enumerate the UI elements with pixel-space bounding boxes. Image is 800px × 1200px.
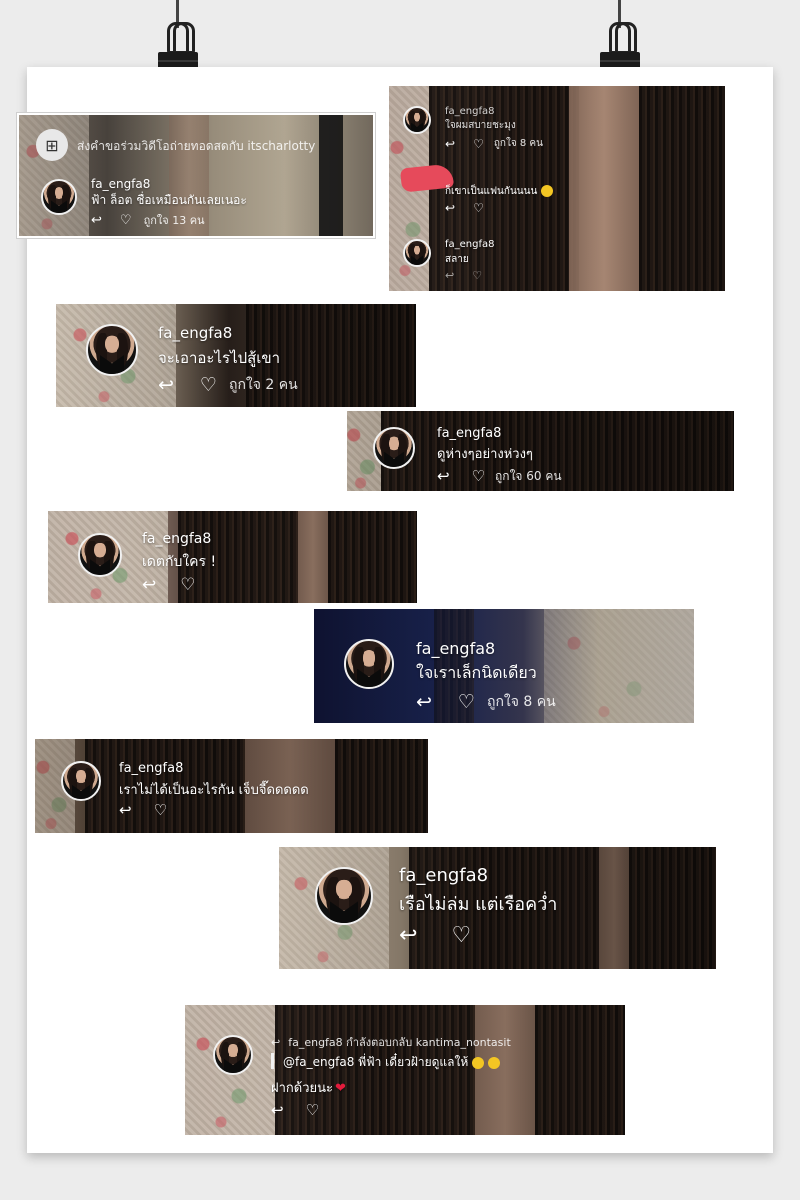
- comment-username: fa_engfa8: [91, 177, 151, 191]
- avatar: [403, 106, 431, 134]
- heart-outline-icon[interactable]: ♡: [200, 375, 217, 395]
- avatar: [61, 761, 101, 801]
- comment-username: fa_engfa8: [416, 639, 496, 658]
- like-count: ถูกใจ 2 คน: [228, 377, 298, 393]
- avatar: [344, 639, 394, 689]
- comment-text: จะเอาอะไรไปสู้เขา: [158, 349, 281, 367]
- comment-card: fa_engfa8 ดูห่างๆอย่างห่วงๆ ↩ ♡ ถูกใจ 60…: [347, 411, 734, 491]
- heart-outline-icon[interactable]: ♡: [180, 577, 195, 594]
- heart-outline-icon[interactable]: ♡: [473, 138, 484, 150]
- avatar: [213, 1035, 253, 1075]
- avatar: [315, 867, 373, 925]
- comment-text: สลาย: [445, 254, 469, 265]
- reply-arrow-icon[interactable]: ↩: [445, 138, 455, 150]
- reply-arrow-icon[interactable]: ↩: [416, 692, 432, 712]
- comment-text: ใจผมสบายชะมุง: [445, 120, 516, 131]
- live-invite-card: ⊞ ส่งคำขอร่วมวิดีโอถ่ายทอดสดกับ itscharl…: [17, 113, 375, 238]
- like-count: ถูกใจ 60 คน: [495, 469, 562, 483]
- comment-text: ดูห่างๆอย่างห่วงๆ: [437, 447, 533, 462]
- invite-text: ส่งคำขอร่วมวิดีโอถ่ายทอดสดกับ itscharlot…: [77, 139, 316, 153]
- comment-username: fa_engfa8: [437, 426, 502, 441]
- reply-comment-card: ↩ fa_engfa8 กำลังตอบกลับ kantima_nontasi…: [185, 1005, 625, 1135]
- comment-card: fa_engfa8 เราไม่ได้เป็นอะไรกัน เจ็บจี๊ดด…: [35, 739, 428, 833]
- reply-arrow-icon[interactable]: ↩: [142, 577, 156, 594]
- comment-text: ก็เขาเป็นแฟนกันนนน: [445, 186, 538, 197]
- comment-text: ฟ้า ล็อต ชื่อเหมือนกันเลยเนอะ: [91, 193, 247, 207]
- comment-text: เรือไม่ล่ม แต่เรือคว่ำ: [399, 894, 558, 915]
- reply-arrow-icon[interactable]: ↩: [445, 270, 454, 281]
- smile-emoji: [541, 185, 554, 197]
- heart-outline-icon[interactable]: ♡: [472, 469, 485, 484]
- like-count: ถูกใจ 8 คน: [493, 138, 543, 149]
- reply-arrow-icon[interactable]: ↩: [437, 469, 450, 484]
- avatar: [373, 427, 415, 469]
- reply-header: fa_engfa8 กำลังตอบกลับ kantima_nontasit: [288, 1036, 511, 1049]
- grin-emoji: [488, 1056, 501, 1069]
- heart-outline-icon[interactable]: ♡: [472, 270, 482, 281]
- comment-text: เราไม่ได้เป็นอะไรกัน เจ็บจี๊ดดดดด: [119, 783, 309, 798]
- heart-outline-icon[interactable]: ♡: [458, 692, 475, 712]
- comment-username: fa_engfa8: [119, 761, 184, 776]
- heart-outline-icon[interactable]: ♡: [154, 803, 167, 818]
- heart-outline-icon[interactable]: ♡: [473, 202, 484, 214]
- avatar: [403, 239, 431, 267]
- comment-username: fa_engfa8: [445, 106, 495, 117]
- comment-username: fa_engfa8: [142, 531, 212, 547]
- heart-outline-icon[interactable]: ♡: [120, 214, 132, 227]
- comment-card: fa_engfa8 ใจเราเล็กนิดเดียว ↩ ♡ ถูกใจ 8 …: [314, 609, 694, 723]
- red-heart-emoji: ❤: [335, 1081, 346, 1096]
- reply-arrow-icon[interactable]: ↩: [119, 803, 132, 818]
- like-count: ถูกใจ 8 คน: [486, 694, 556, 710]
- comment-card: fa_engfa8 เดตกับใคร ! ↩ ♡: [48, 511, 417, 603]
- reply-text: ฝากด้วยนะ: [271, 1081, 334, 1096]
- reply-arrow-icon[interactable]: ↩: [158, 375, 174, 395]
- comment-text: ใจเราเล็กนิดเดียว: [416, 663, 537, 682]
- reply-arrow-icon[interactable]: ↩: [445, 202, 455, 214]
- heart-outline-icon[interactable]: ♡: [306, 1103, 319, 1118]
- heart-outline-icon[interactable]: ♡: [451, 925, 471, 947]
- comment-username: fa_engfa8: [399, 865, 489, 886]
- avatar: [41, 179, 77, 215]
- quote-bar: [271, 1053, 274, 1069]
- reply-quote: @fa_engfa8 พี่ฟ้า เดี๋ยวฝ้ายดูแลให้: [283, 1055, 469, 1069]
- avatar: [78, 533, 122, 577]
- grin-emoji: [472, 1056, 485, 1069]
- reply-arrow-icon: ↩: [271, 1035, 281, 1049]
- comment-username: fa_engfa8: [445, 239, 495, 250]
- comment-text: เดตกับใคร !: [142, 554, 217, 570]
- comment-card: fa_engfa8 เรือไม่ล่ม แต่เรือคว่ำ ↩ ♡: [279, 847, 716, 969]
- reply-arrow-icon[interactable]: ↩: [399, 925, 417, 947]
- avatar: [86, 324, 138, 376]
- like-count: ถูกใจ 13 คน: [143, 214, 205, 227]
- reply-arrow-icon[interactable]: ↩: [91, 214, 102, 227]
- reply-arrow-icon[interactable]: ↩: [271, 1103, 284, 1118]
- comment-card: fa_engfa8 จะเอาอะไรไปสู้เขา ↩ ♡ ถูกใจ 2 …: [56, 304, 416, 407]
- comment-username: fa_engfa8: [158, 324, 233, 342]
- video-add-icon[interactable]: ⊞: [36, 129, 68, 161]
- comment-card-multi: fa_engfa8 ใจผมสบายชะมุง ↩ ♡ ถูกใจ 8 คน ก…: [389, 86, 725, 291]
